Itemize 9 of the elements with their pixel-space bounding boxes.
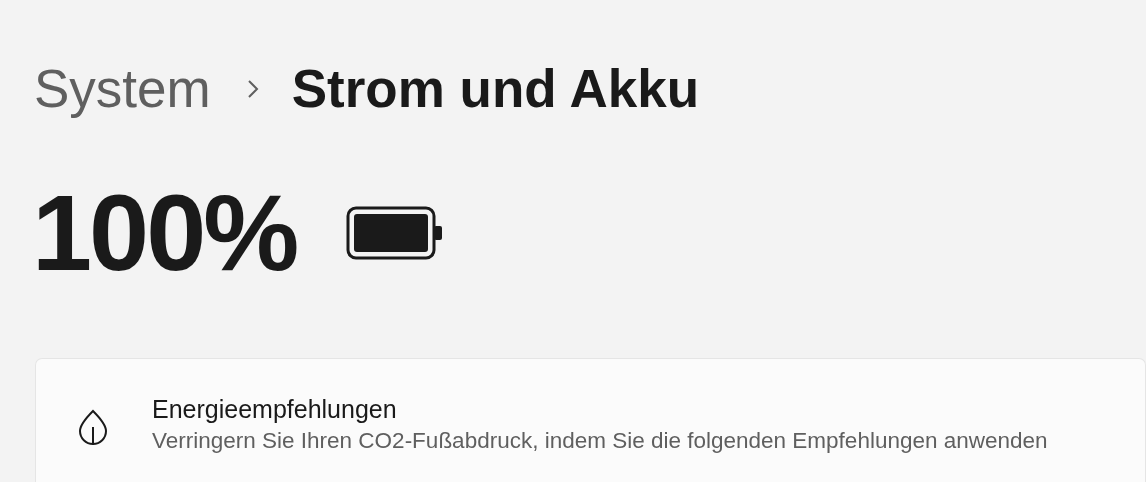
battery-percentage: 100% [32, 178, 297, 288]
recommendation-card[interactable]: Energieempfehlungen Verringern Sie Ihren CO2-Fußabdruck, indem Sie die folgenden Empfehlungen anwenden [35, 358, 1146, 482]
chevron-right-icon [246, 79, 259, 99]
card-title: Energieempfehlungen [152, 395, 398, 424]
battery-icon [346, 206, 445, 260]
breadcrumb-link[interactable]: System [34, 58, 211, 120]
leaf-icon [78, 409, 108, 447]
card-description: Verringern Sie Ihren CO2-Fußabdruck, indem Sie die folgenden Empfehlungen anwenden [152, 428, 1048, 454]
page-title: Strom und Akku [291, 58, 700, 120]
